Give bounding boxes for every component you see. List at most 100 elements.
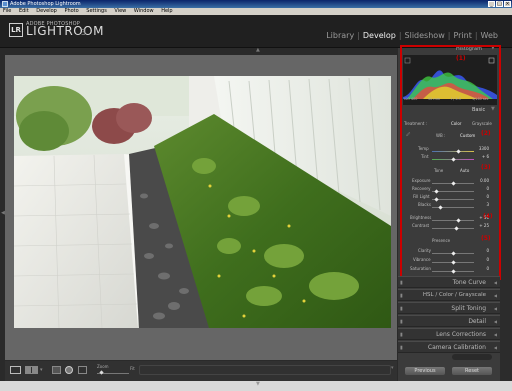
filmstrip-toggle-icon[interactable]: ▼ (256, 382, 260, 387)
wb-select[interactable]: Custom (460, 133, 475, 138)
recovery-value[interactable]: 0 (475, 186, 489, 191)
temp-slider[interactable] (432, 151, 474, 152)
module-library[interactable]: Library (326, 31, 354, 40)
menu-bar: File Edit Develop Photo Settings View Wi… (0, 8, 512, 15)
module-web[interactable]: Web (481, 31, 498, 40)
before-after-icon[interactable] (25, 366, 38, 374)
hsl-title-group: HSL / Color / Grayscale (422, 292, 486, 298)
lens-corrections-title: Lens Corrections (436, 331, 486, 338)
contrast-slider[interactable] (432, 228, 474, 229)
tint-value[interactable]: + 6 (475, 154, 489, 159)
loupe-view-icon[interactable] (10, 366, 21, 374)
window-controls: _ □ × (488, 1, 511, 7)
camera-calibration-switch-icon[interactable]: ▮ (400, 345, 403, 351)
treatment-grayscale[interactable]: Grayscale (472, 121, 492, 126)
previous-button[interactable]: Previous (405, 367, 445, 375)
brightness-slider[interactable] (432, 220, 474, 221)
wb-label: WB : (436, 133, 446, 138)
right-panel-edge (500, 48, 512, 381)
eyedropper-icon[interactable]: 🖉 (406, 132, 410, 139)
title-bar: Adobe Photoshop Lightroom _ □ × (0, 0, 512, 8)
blacks-label: Blacks (418, 202, 431, 207)
vibrance-value[interactable]: 0 (475, 257, 489, 262)
camera-calibration-section[interactable]: ▮ Camera Calibration ◀ (398, 341, 500, 353)
presence-label: Presence (432, 238, 451, 243)
hsl-section[interactable]: ▮ HSL / Color / Grayscale ◀ (398, 289, 500, 301)
contrast-value[interactable]: + 25 (475, 223, 489, 228)
reset-button[interactable]: Reset (452, 367, 492, 375)
histogram-collapse-icon[interactable]: ▼ (491, 46, 495, 51)
menu-develop[interactable]: Develop (36, 8, 57, 14)
toolbar-options-icon[interactable]: ▾ (391, 366, 394, 371)
brightness-label: Brightness (410, 215, 432, 220)
maximize-button[interactable]: □ (496, 1, 503, 7)
detail-section[interactable]: ▮ Detail ◀ (398, 315, 500, 327)
version-number: 3 (81, 28, 87, 37)
left-panel-toggle-icon[interactable]: ◀ (1, 211, 5, 216)
minimize-button[interactable]: _ (488, 1, 495, 7)
hsl-tab[interactable]: HSL (423, 292, 434, 298)
annotation-2: (2) (481, 130, 491, 137)
menu-window[interactable]: Window (134, 8, 154, 14)
split-toning-section[interactable]: ▮ Split Toning ◀ (398, 302, 500, 314)
basic-collapse-icon[interactable]: ▼ (491, 107, 495, 112)
menu-help[interactable]: Help (161, 8, 172, 14)
red-eye-icon[interactable] (78, 366, 87, 374)
clarity-label: Clarity (418, 248, 432, 253)
toolbar-content-field[interactable] (139, 365, 391, 375)
before-after-menu-icon[interactable]: ▾ (40, 367, 43, 373)
menu-edit[interactable]: Edit (19, 8, 29, 14)
saturation-value[interactable]: 0 (475, 266, 489, 271)
menu-file[interactable]: File (3, 8, 11, 14)
module-slideshow[interactable]: Slideshow (405, 31, 445, 40)
tone-curve-expand-icon: ◀ (493, 280, 497, 285)
iso-readout: ISO 400 (404, 97, 418, 101)
exposure-value[interactable]: 0.00 (475, 178, 489, 183)
filllight-value[interactable]: 0 (475, 194, 489, 199)
lr-logo: LR (9, 23, 23, 37)
split-toning-switch-icon[interactable]: ▮ (400, 306, 403, 312)
spot-removal-icon[interactable] (65, 366, 73, 374)
tint-label: Tint (421, 154, 429, 159)
annotation-3: (3) (481, 164, 491, 171)
blacks-value[interactable]: 3 (475, 202, 489, 207)
annotation-4: (4) (483, 213, 493, 220)
auto-tone-button[interactable]: Auto (460, 168, 469, 173)
module-develop[interactable]: Develop (363, 31, 396, 40)
tone-curve-title: Tone Curve (452, 279, 486, 286)
camera-calibration-title: Camera Calibration (427, 344, 486, 351)
lens-corrections-switch-icon[interactable]: ▮ (400, 332, 403, 338)
crop-overlay-icon[interactable] (52, 366, 61, 374)
garden-photo (14, 76, 391, 328)
temp-value[interactable]: 3300 (475, 146, 489, 151)
focal-length-readout: 50 mm (428, 97, 440, 101)
top-panel-toggle-icon[interactable]: ▲ (256, 48, 260, 53)
filllight-label: Fill Light (413, 194, 430, 199)
module-print[interactable]: Print (453, 31, 471, 40)
shutter-readout: 1/160 sec (472, 97, 489, 101)
tone-curve-section[interactable]: ▮ Tone Curve ◀ (398, 276, 500, 288)
tone-label: Tone (434, 168, 444, 173)
color-tab[interactable]: Color (439, 292, 453, 298)
hsl-switch-icon[interactable]: ▮ (400, 293, 403, 299)
clarity-value[interactable]: 0 (475, 248, 489, 253)
lightroom-window: Adobe Photoshop Lightroom _ □ × File Edi… (0, 0, 512, 391)
vibrance-label: Vibrance (413, 257, 431, 262)
grayscale-tab[interactable]: Grayscale (459, 292, 486, 298)
detail-switch-icon[interactable]: ▮ (400, 319, 403, 325)
zoom-label: Zoom (97, 364, 109, 369)
treatment-label: Treatment : (404, 121, 427, 126)
photo-preview[interactable] (14, 76, 391, 328)
treatment-color[interactable]: Color (451, 121, 461, 126)
menu-settings[interactable]: Settings (86, 8, 107, 14)
lens-corrections-section[interactable]: ▮ Lens Corrections ◀ (398, 328, 500, 340)
menu-photo[interactable]: Photo (64, 8, 78, 14)
split-toning-expand-icon: ◀ (493, 306, 497, 311)
tone-curve-switch-icon[interactable]: ▮ (400, 280, 403, 286)
app-icon (2, 1, 8, 7)
menu-view[interactable]: View (114, 8, 126, 14)
histogram-title: Histogram (456, 46, 482, 52)
annotation-1: (1) (456, 55, 466, 62)
close-button[interactable]: × (504, 1, 511, 7)
split-toning-title: Split Toning (451, 305, 486, 312)
